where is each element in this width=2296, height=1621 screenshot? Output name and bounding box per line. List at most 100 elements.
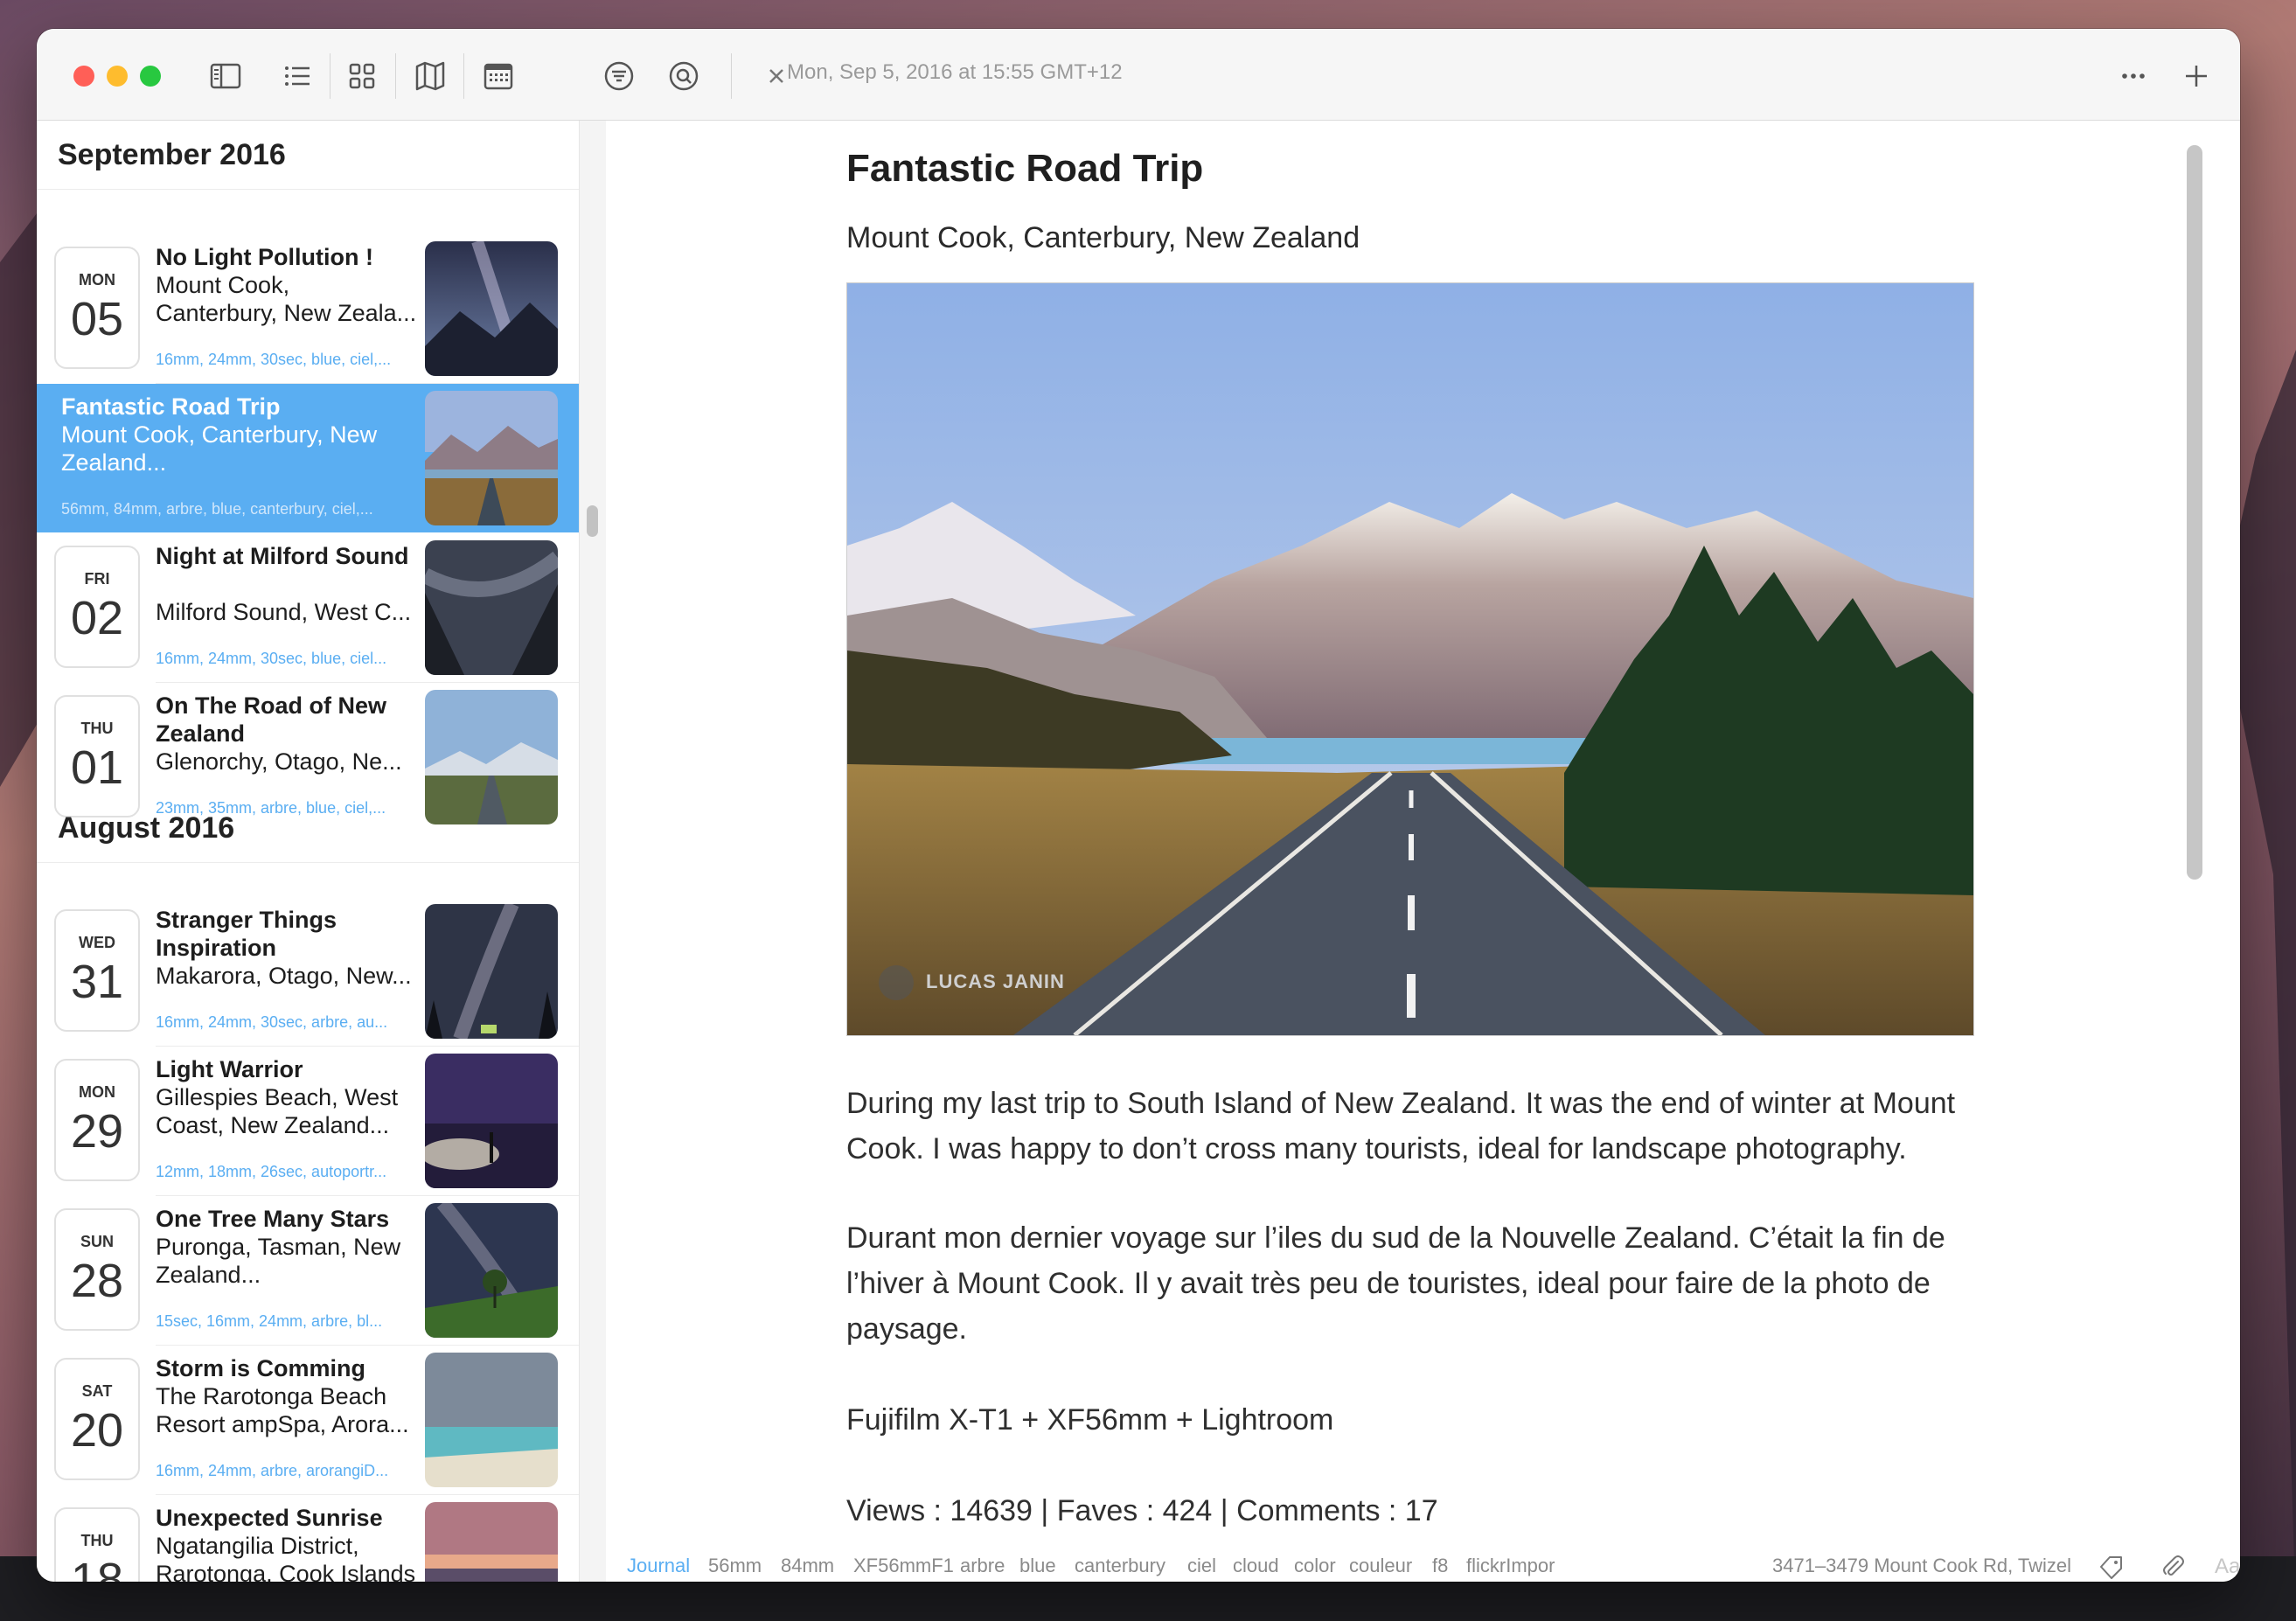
entry-location: Makarora, Otago, New... <box>156 963 412 989</box>
sidebar-scroll-thumb[interactable] <box>587 505 598 537</box>
tag-chip[interactable]: flickrImpor <box>1466 1555 1555 1577</box>
list-item[interactable]: FRI 02 Night at Milford Sound Milford So… <box>37 533 579 682</box>
entry-thumbnail <box>425 1502 558 1582</box>
date-badge: FRI 02 <box>54 546 140 668</box>
search-icon[interactable] <box>663 55 705 97</box>
body-paragraph: During my last trip to South Island of N… <box>846 1087 1956 1165</box>
entry-location: The Rarotonga Beach Resort ampSpa, Arora… <box>156 1383 409 1437</box>
entry-title: Fantastic Road Trip <box>61 393 281 420</box>
entry-title: Unexpected Sunrise <box>156 1505 383 1531</box>
entry-title: Light Warrior <box>156 1056 303 1082</box>
entry-title: Fantastic Road Trip <box>846 147 1204 190</box>
entry-thumbnail <box>425 1054 558 1188</box>
day-number: 05 <box>70 293 124 345</box>
sidebar-toggle-icon[interactable] <box>205 55 247 97</box>
filter-icon[interactable] <box>598 55 640 97</box>
entry-photo[interactable]: LUCAS JANIN <box>846 282 1974 1036</box>
weekday-label: WED <box>79 934 115 951</box>
entry-tags: 16mm, 24mm, 30sec, blue, ciel... <box>156 650 387 667</box>
day-number: 01 <box>70 741 124 794</box>
list-item[interactable]: MON 05 No Light Pollution ! Mount Cook, … <box>37 234 579 383</box>
date-badge: THU 01 <box>54 695 140 817</box>
entry-location: Puronga, Tasman, New Zealand... <box>156 1234 401 1288</box>
body-paragraph: Views : 14639 | Faves : 424 | Comments :… <box>846 1494 1438 1527</box>
body-paragraph: Durant mon dernier voyage sur l’iles du … <box>846 1221 1945 1346</box>
weekday-label: SAT <box>81 1382 113 1400</box>
tag-chip[interactable]: color <box>1294 1555 1336 1577</box>
entry-date-label: Mon, Sep 5, 2016 at 15:55 GMT+12 <box>787 60 1123 84</box>
entry-thumbnail <box>425 1353 558 1487</box>
zoom-window-button[interactable] <box>140 66 161 87</box>
weekday-label: THU <box>80 720 114 737</box>
list-item[interactable]: THU 18 Unexpected Sunrise Ngatangilia Di… <box>37 1495 579 1582</box>
content-scrollbar[interactable] <box>2187 145 2202 880</box>
tag-chip[interactable]: ciel <box>1187 1555 1216 1577</box>
entry-thumbnail <box>425 904 558 1039</box>
entry-location: Milford Sound, West C... <box>156 599 412 625</box>
map-view-icon[interactable] <box>409 55 451 97</box>
entry-title: Night at Milford Sound <box>156 543 409 569</box>
photo-watermark: LUCAS JANIN <box>926 971 1065 992</box>
day-number: 02 <box>70 592 124 644</box>
entry-thumbnail <box>425 241 558 376</box>
list-item[interactable]: SAT 20 Storm is Comming The Rarotonga Be… <box>37 1346 579 1494</box>
entry-tags: 12mm, 18mm, 26sec, autoportr... <box>156 1163 387 1180</box>
date-badge: MON 05 <box>54 247 140 369</box>
weekday-label: FRI <box>84 570 110 588</box>
tag-icon[interactable] <box>2096 1551 2127 1582</box>
tag-chip[interactable]: XF56mmF1 <box>853 1555 954 1577</box>
tag-chip[interactable]: blue <box>1019 1555 1056 1577</box>
close-window-button[interactable] <box>73 66 94 87</box>
add-icon[interactable] <box>2175 55 2217 97</box>
date-badge: SUN 28 <box>54 1208 140 1331</box>
tag-chip[interactable]: 84mm <box>781 1555 834 1577</box>
list-view-icon[interactable] <box>276 55 318 97</box>
day-number: 29 <box>70 1105 124 1158</box>
list-item[interactable]: THU 01 On The Road of New Zealand Glenor… <box>37 683 579 831</box>
calendar-view-icon[interactable] <box>477 55 519 97</box>
entry-tags: 15sec, 16mm, 24mm, arbre, bl... <box>156 1312 383 1330</box>
day-number: 18 <box>70 1554 124 1582</box>
tag-chip[interactable]: canterbury <box>1075 1555 1165 1577</box>
list-item[interactable]: MON 29 Light Warrior Gillespies Beach, W… <box>37 1047 579 1195</box>
date-badge: THU 18 <box>54 1507 140 1582</box>
date-badge: MON 29 <box>54 1059 140 1181</box>
tag-chip[interactable]: f8 <box>1432 1555 1448 1577</box>
list-item[interactable]: WED 31 Stranger Things Inspiration Makar… <box>37 897 579 1046</box>
list-item[interactable]: SUN 28 One Tree Many Stars Puronga, Tasm… <box>37 1196 579 1345</box>
entry-thumbnail <box>425 690 558 824</box>
day-number: 31 <box>70 956 124 1008</box>
attachment-icon[interactable] <box>2157 1551 2188 1582</box>
grid-view-icon[interactable] <box>341 55 383 97</box>
weekday-label: MON <box>79 271 115 289</box>
footer-bar: Journal 56mm 84mm XF56mmF1 arbre blue ca… <box>606 1555 2240 1582</box>
entry-location: Mount Cook, Canterbury, New Zeala... <box>156 272 417 326</box>
more-icon[interactable] <box>2112 55 2154 97</box>
minimize-window-button[interactable] <box>107 66 128 87</box>
journal-link[interactable]: Journal <box>627 1555 690 1577</box>
date-badge: WED 31 <box>54 909 140 1032</box>
tag-chip[interactable]: 56mm <box>708 1555 762 1577</box>
body-paragraph: Fujifilm X-T1 + XF56mm + Lightroom <box>846 1403 1334 1437</box>
tag-chip[interactable]: cloud <box>1233 1555 1279 1577</box>
text-style-button[interactable]: Aa <box>2215 1555 2240 1579</box>
entry-detail: Fantastic Road Trip Mount Cook, Canterbu… <box>606 121 2240 1582</box>
list-item-selected[interactable]: Fantastic Road Trip Mount Cook, Canterbu… <box>37 384 579 532</box>
tag-chip[interactable]: arbre <box>960 1555 1005 1577</box>
entry-title: No Light Pollution ! <box>156 244 373 270</box>
entry-location: Glenorchy, Otago, Ne... <box>156 748 402 775</box>
entry-thumbnail <box>425 391 558 525</box>
entry-list: September 2016 MON 05 No Light Pollution… <box>37 121 579 1582</box>
weekday-label: MON <box>79 1083 115 1101</box>
tag-chip[interactable]: couleur <box>1349 1555 1412 1577</box>
date-badge: SAT 20 <box>54 1358 140 1480</box>
app-window: Mon, Sep 5, 2016 at 15:55 GMT+12 Septemb… <box>37 29 2240 1582</box>
entry-location: Ngatangilia District, Rarotonga, Cook Is… <box>156 1533 416 1582</box>
sidebar-scrollbar[interactable] <box>579 121 607 1582</box>
toolbar: Mon, Sep 5, 2016 at 15:55 GMT+12 <box>37 29 2240 121</box>
month-header: August 2016 <box>58 811 235 845</box>
entry-title: On The Road of New Zealand <box>156 692 387 747</box>
location-address[interactable]: 3471–3479 Mount Cook Rd, Twizel <box>1772 1555 2071 1577</box>
weekday-label: SUN <box>80 1233 114 1250</box>
entry-thumbnail <box>425 1203 558 1338</box>
